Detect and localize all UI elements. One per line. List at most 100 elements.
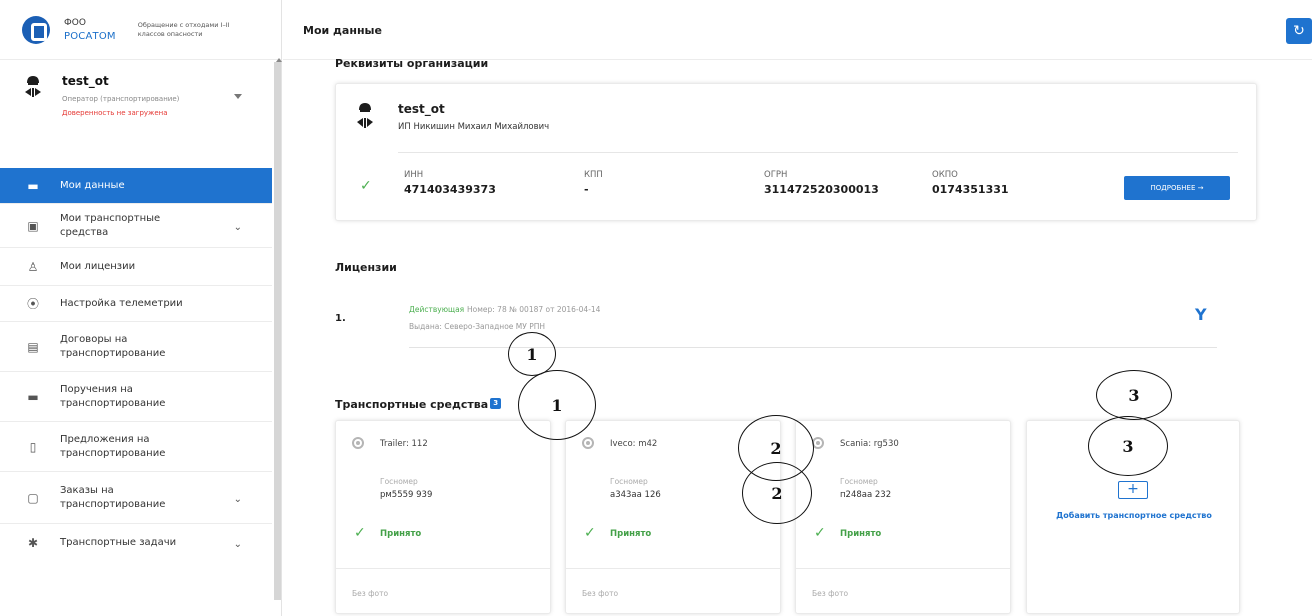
field-okpo: ОКПО 0174351331 bbox=[932, 170, 1009, 196]
sidebar-item-telemetry[interactable]: ⦿ Настройка телеметрии bbox=[0, 286, 272, 322]
vehicle-status: Принято bbox=[610, 529, 652, 539]
puzzle-icon: ✱ bbox=[27, 536, 39, 550]
vehicle-card[interactable]: Trailer: 112 Госномер рм5559 939 ✓ Приня… bbox=[335, 420, 551, 614]
sidebar-item-vehicles[interactable]: ▣ Мои транспортные средства ⌄ bbox=[0, 204, 272, 248]
check-icon: ✓ bbox=[814, 525, 826, 541]
annotation-marker: 1 bbox=[518, 370, 596, 440]
refresh-icon: ↻ bbox=[1293, 23, 1305, 39]
license-number: 1. bbox=[335, 313, 346, 324]
vehicle-name: Scania: rg530 bbox=[840, 439, 899, 449]
org-card: test_ot ИП Никишин Михаил Михайлович ✓ И… bbox=[335, 83, 1257, 221]
sidebar-nav: ▬ Мои данные ▣ Мои транспортные средства… bbox=[0, 168, 272, 562]
wheel-icon bbox=[582, 437, 594, 449]
file-icon: ▢ bbox=[27, 490, 39, 505]
annotation-marker: 1 bbox=[508, 332, 556, 376]
wheel-icon bbox=[352, 437, 364, 449]
sidebar-item-label: Предложения на транспортирование bbox=[60, 433, 166, 459]
license-expand-icon[interactable]: Y bbox=[1195, 305, 1207, 324]
plate-label: Госномер bbox=[380, 477, 418, 486]
vehicle-status: Принято bbox=[380, 529, 422, 539]
briefcase-icon: ▬ bbox=[27, 389, 39, 404]
sidebar: ФОО РОСАТОМ Обращение с отходами I–II кл… bbox=[0, 0, 282, 616]
sidebar-item-label: Мои транспортные средства bbox=[60, 212, 161, 238]
field-ogrn: ОГРН 311472520300013 bbox=[764, 170, 879, 196]
user-name: test_ot bbox=[62, 74, 109, 88]
vehicle-card[interactable]: Scania: rg530 Госномер п248аа 232 ✓ Прин… bbox=[795, 420, 1011, 614]
logo[interactable]: ФОО РОСАТОМ Обращение с отходами I–II кл… bbox=[0, 0, 281, 60]
add-vehicle-label[interactable]: Добавить транспортное средство bbox=[1039, 509, 1229, 523]
plus-icon[interactable]: + bbox=[1118, 481, 1148, 499]
field-label: ОКПО bbox=[932, 170, 958, 180]
sidebar-item-label: Договоры на транспортирование bbox=[60, 333, 166, 359]
vehicle-plate: рм5559 939 bbox=[380, 490, 433, 500]
sidebar-item-my-data[interactable]: ▬ Мои данные bbox=[0, 168, 272, 204]
sidebar-item-label: Поручения на транспортирование bbox=[60, 383, 166, 409]
sidebar-item-label: Мои лицензии bbox=[60, 260, 136, 272]
sidebar-item-licenses[interactable]: ♙ Мои лицензии bbox=[0, 248, 272, 286]
license-info: Номер: 78 № 00187 от 2016-04-14 bbox=[467, 305, 601, 314]
vehicles-section-title: Транспортные средства 3 bbox=[335, 398, 502, 411]
vehicle-plate: а343аа 126 bbox=[610, 490, 661, 500]
vehicles-count-badge: 3 bbox=[490, 398, 502, 409]
chevron-down-icon[interactable]: ⌄ bbox=[234, 493, 242, 507]
sidebar-item-label: Транспортные задачи bbox=[60, 537, 177, 548]
no-photo-label: Без фото bbox=[812, 589, 849, 598]
document-icon: ▤ bbox=[27, 339, 39, 354]
org-section-title: Реквизиты организации bbox=[335, 57, 489, 70]
org-full-name: ИП Никишин Михаил Михайлович bbox=[398, 122, 550, 132]
field-kpp: КПП - bbox=[584, 170, 603, 196]
field-label: КПП bbox=[584, 170, 603, 180]
field-label: ИНН bbox=[404, 170, 424, 180]
power-of-attorney-warning: Доверенность не загружена bbox=[62, 109, 168, 117]
annotation-marker: 3 bbox=[1096, 370, 1172, 420]
field-value: 0174351331 bbox=[932, 183, 1009, 196]
sidebar-item-requests[interactable]: ▢ Заказы на транспортирование ⌄ bbox=[0, 472, 272, 524]
list-icon: ▯ bbox=[29, 439, 37, 454]
org-name: test_ot bbox=[398, 102, 445, 116]
annotation-marker: 2 bbox=[742, 462, 812, 524]
sidebar-item-label: Мои данные bbox=[60, 179, 125, 191]
sidebar-item-tasks[interactable]: ✱ Транспортные задачи ⌄ bbox=[0, 524, 272, 562]
user-avatar-icon bbox=[25, 76, 41, 97]
no-photo-label: Без фото bbox=[582, 589, 619, 598]
rosatom-logo-icon bbox=[22, 15, 50, 44]
sidebar-item-label: Заказы на транспортирование bbox=[60, 484, 166, 510]
divider bbox=[398, 152, 1238, 153]
sidebar-item-offers[interactable]: ▯ Предложения на транспортирование bbox=[0, 422, 272, 472]
user-profile[interactable]: test_ot Оператор (транспортирование) Дов… bbox=[0, 66, 282, 166]
signal-icon: ⦿ bbox=[26, 296, 39, 311]
plate-label: Госномер bbox=[610, 477, 648, 486]
field-value: - bbox=[584, 183, 589, 196]
award-icon: ♙ bbox=[27, 259, 39, 274]
license-status: Действующая bbox=[409, 305, 465, 314]
sidebar-scrollbar[interactable] bbox=[274, 62, 281, 600]
licenses-section-title: Лицензии bbox=[335, 261, 397, 274]
page-title: Мои данные bbox=[303, 24, 382, 37]
check-icon: ✓ bbox=[360, 178, 372, 194]
chevron-down-icon[interactable]: ⌄ bbox=[234, 538, 242, 552]
more-details-button[interactable]: ПОДРОБНЕЕ → bbox=[1124, 176, 1230, 200]
user-role: Оператор (транспортирование) bbox=[62, 95, 180, 103]
check-icon: ✓ bbox=[584, 525, 596, 541]
logo-line1: ФОО bbox=[64, 17, 86, 28]
sidebar-item-orders[interactable]: ▬ Поручения на транспортирование bbox=[0, 372, 272, 422]
top-header: Мои данные ↻ bbox=[283, 0, 1312, 60]
check-icon: ✓ bbox=[354, 525, 366, 541]
logo-subtitle: Обращение с отходами I–II классов опасно… bbox=[137, 20, 230, 38]
chevron-down-icon[interactable]: ⌄ bbox=[234, 221, 242, 235]
sidebar-item-label: Настройка телеметрии bbox=[60, 297, 183, 309]
vehicle-name: Trailer: 112 bbox=[380, 439, 428, 449]
license-row[interactable]: 1. Действующая Номер: 78 № 00187 от 2016… bbox=[335, 291, 1257, 349]
field-inn: ИНН 471403439373 bbox=[404, 170, 496, 196]
logo-brand: РОСАТОМ bbox=[64, 30, 116, 42]
main-content: Реквизиты организации test_ot ИП Никишин… bbox=[283, 57, 1312, 616]
sidebar-item-contracts[interactable]: ▤ Договоры на транспортирование bbox=[0, 322, 272, 372]
field-value: 471403439373 bbox=[404, 183, 496, 196]
vehicle-plate: п248аа 232 bbox=[840, 490, 892, 500]
truck-icon: ▣ bbox=[27, 218, 39, 233]
vehicle-status: Принято bbox=[840, 529, 882, 539]
refresh-button[interactable]: ↻ bbox=[1286, 18, 1312, 44]
plate-label: Госномер bbox=[840, 477, 878, 486]
user-menu-caret-icon[interactable] bbox=[234, 94, 242, 99]
org-avatar-icon bbox=[357, 103, 373, 128]
